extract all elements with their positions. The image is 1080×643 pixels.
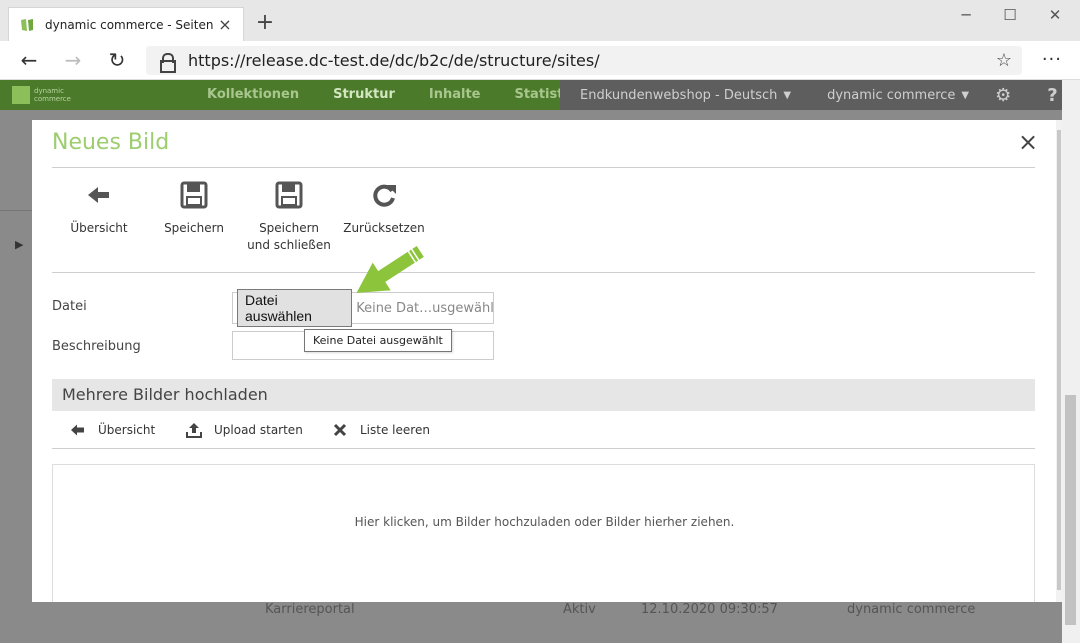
context-nav: Endkundenwebshop - Deutsch ▼ dynamic com…: [560, 80, 1062, 110]
dialog-close-icon[interactable]: ×: [1018, 128, 1038, 156]
lock-icon: [160, 52, 176, 73]
arrow-left-icon: [84, 180, 114, 210]
save-and-close-label: Speichern und schließen: [247, 221, 331, 252]
save-close-icon: [274, 180, 304, 210]
background-row-name: Karriereportal: [265, 602, 355, 617]
page-scrollbar-thumb[interactable]: [1065, 395, 1076, 625]
nav-item-kollektionen[interactable]: Kollektionen: [190, 80, 316, 110]
company-selector[interactable]: dynamic commerce: [827, 88, 955, 103]
multi-overview-label: Übersicht: [98, 423, 156, 437]
reset-button[interactable]: Zurücksetzen: [329, 180, 439, 237]
title-divider: [52, 167, 1035, 168]
help-button[interactable]: ?: [1047, 85, 1057, 106]
nav-item-inhalte[interactable]: Inhalte: [412, 80, 498, 110]
shop-selector[interactable]: Endkundenwebshop - Deutsch: [580, 88, 777, 103]
save-label: Speichern: [164, 221, 224, 235]
save-button[interactable]: Speichern: [139, 180, 249, 237]
forward-button[interactable]: →: [61, 48, 85, 72]
pointer-arrow-icon: [356, 246, 424, 293]
upload-icon: [186, 422, 202, 438]
overview-label: Übersicht: [70, 221, 128, 235]
file-tooltip: Keine Datei ausgewählt: [304, 329, 452, 352]
arrow-left-icon: [70, 422, 86, 438]
clear-icon: [332, 422, 348, 438]
upload-toolbar-divider: [52, 448, 1035, 449]
main-nav: Kollektionen Struktur Inhalte Statistik: [190, 80, 594, 110]
logo-mark-icon: [12, 86, 30, 104]
multi-upload-header: Mehrere Bilder hochladen: [52, 379, 1035, 411]
clear-list-button[interactable]: Liste leeren: [332, 422, 430, 438]
app-header: dynamic commerce Kollektionen Struktur I…: [0, 80, 1062, 110]
tab-close-icon[interactable]: ×: [217, 15, 233, 34]
address-bar: ← → ↻ https://release.dc-test.de/dc/b2c/…: [0, 41, 1080, 80]
dropzone-text: Hier klicken, um Bilder hochzuladen oder…: [354, 515, 735, 529]
dialog-scrollbar-thumb[interactable]: [1057, 130, 1061, 590]
company-caret-icon[interactable]: ▼: [961, 90, 969, 101]
save-and-close-button[interactable]: Speichern und schließen: [234, 180, 344, 254]
background-row-date: 12.10.2020 09:30:57: [641, 602, 778, 617]
description-label: Beschreibung: [52, 339, 141, 354]
start-upload-button[interactable]: Upload starten: [186, 422, 303, 438]
close-window-button[interactable]: ✕: [1045, 6, 1065, 24]
background-row-company: dynamic commerce: [847, 602, 976, 617]
reset-label: Zurücksetzen: [343, 221, 425, 235]
browser-tab-bar: dynamic commerce - Seiten × + ─ ☐ ✕: [0, 0, 1080, 41]
reload-button[interactable]: ↻: [105, 48, 129, 72]
shop-caret-icon[interactable]: ▼: [783, 90, 791, 101]
gear-icon[interactable]: ⚙: [995, 85, 1011, 106]
browser-tab[interactable]: dynamic commerce - Seiten ×: [8, 7, 244, 41]
url-text: https://release.dc-test.de/dc/b2c/de/str…: [188, 51, 600, 70]
save-icon: [179, 180, 209, 210]
upload-dropzone[interactable]: Hier klicken, um Bilder hochzuladen oder…: [52, 464, 1035, 602]
multi-overview-button[interactable]: Übersicht: [70, 422, 155, 438]
more-menu-button[interactable]: ···: [1042, 49, 1062, 70]
nav-item-struktur[interactable]: Struktur: [316, 80, 412, 110]
app-logo[interactable]: dynamic commerce: [12, 86, 84, 104]
new-image-dialog: Neues Bild × Übersicht Speichern Speiche…: [32, 120, 1062, 602]
tab-title: dynamic commerce - Seiten: [45, 17, 214, 32]
minimize-button[interactable]: ─: [956, 6, 976, 24]
reset-icon: [369, 180, 399, 210]
dialog-title: Neues Bild: [52, 130, 170, 155]
logo-text: dynamic commerce: [34, 87, 71, 103]
file-label: Datei: [52, 299, 87, 314]
toolbar-divider: [52, 272, 1035, 273]
new-tab-button[interactable]: +: [254, 10, 276, 35]
background-divider: [0, 210, 32, 211]
maximize-button[interactable]: ☐: [1000, 6, 1020, 24]
start-upload-label: Upload starten: [214, 423, 303, 437]
overview-button[interactable]: Übersicht: [44, 180, 154, 237]
favorite-star-icon[interactable]: ☆: [996, 50, 1012, 71]
clear-list-label: Liste leeren: [360, 423, 430, 437]
expand-arrow-icon: ▶: [15, 238, 24, 251]
choose-file-button[interactable]: Datei auswählen: [237, 289, 353, 327]
back-button[interactable]: ←: [17, 48, 41, 72]
background-row-status: Aktiv: [563, 602, 596, 617]
url-field[interactable]: https://release.dc-test.de/dc/b2c/de/str…: [146, 46, 1022, 75]
favicon-icon: [21, 18, 33, 31]
